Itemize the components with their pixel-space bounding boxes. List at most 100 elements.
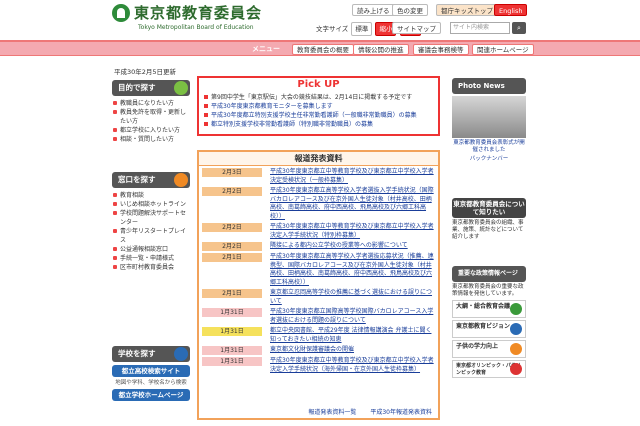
character-icon xyxy=(174,173,188,187)
window-item[interactable]: 公益通報相談窓口 xyxy=(112,245,190,254)
school-search-note: 地図や学科、学校名から検索 xyxy=(115,380,187,386)
policy-banner-olympic[interactable]: 東京都オリンピック・パラリンピック教育 xyxy=(452,360,526,378)
press-title: 報道発表資料 xyxy=(199,152,438,166)
purpose-item[interactable]: 都立学校に入りたい方 xyxy=(112,126,190,135)
kids-top-button[interactable]: 都庁キッズトップ xyxy=(436,4,498,16)
press-link[interactable]: 平成30年度東京都立中等教育学校及び東京都立中学校入学者決定入学手続状況（海外帰… xyxy=(270,357,435,374)
window-section: 窓口を探す 教育相談 いじめ相談ホットライン 学校問題解決サポートセンター 青少… xyxy=(112,172,190,272)
press-row: 1月31日 東京都文化財保護審議会の開催 xyxy=(202,346,435,355)
nav-disclosure[interactable]: 情報公開の推進 xyxy=(353,44,409,55)
policy-section: 重要な政策情報ページ 東京都教育委員会の重要な政策情報を発信しています。 大綱・… xyxy=(452,266,526,378)
press-link[interactable]: 隣接による都内公立学校の授業等への影響について xyxy=(270,242,435,251)
pickup-item[interactable]: 都立特別支援学校非常勤看護師（特別職非常勤職員）の募集 xyxy=(203,120,434,129)
photo-news-image[interactable] xyxy=(452,96,526,138)
press-date: 2月3日 xyxy=(202,168,262,177)
global-nav: メニュー 教育委員会の概要 情報公開の推進 審議会事務検等 関連ホームページ xyxy=(0,40,640,56)
window-item[interactable]: 手続一覧・申請様式 xyxy=(112,254,190,263)
window-heading: 窓口を探す xyxy=(112,172,190,188)
child-icon xyxy=(510,343,522,355)
school-search-banner[interactable]: 都立高校検索サイト xyxy=(112,365,190,377)
press-link[interactable]: 東京都立忍岡高等学校の推薦に基づく選抜における誤りについて xyxy=(270,289,435,306)
window-item[interactable]: いじめ相談ホットライン xyxy=(112,200,190,209)
press-more-links: 報道発表資料一覧 平成30年報道発表資料 xyxy=(296,407,432,416)
press-date: 1月31日 xyxy=(202,357,262,366)
press-date: 1月31日 xyxy=(202,346,262,355)
text-size-label: 文字サイズ xyxy=(316,25,349,33)
logo-mark-icon xyxy=(112,4,130,22)
school-heading: 学校を探す xyxy=(112,346,190,362)
press-row: 1月31日 平成30年度東京都立中等教育学校及び東京都立中学校入学者決定入学手続状… xyxy=(202,357,435,374)
press-link[interactable]: 都立中央図書館、平成29年度 法律情報講演会 弁護士に聞く 知っておきたい相続の… xyxy=(270,327,435,344)
pickup-item[interactable]: 平成30年度東京都教育モニターを募集します xyxy=(203,102,434,111)
nav-overview[interactable]: 教育委員会の概要 xyxy=(292,44,354,55)
press-row: 1月31日 都立中央図書館、平成29年度 法律情報講演会 弁護士に聞く 知っておき… xyxy=(202,327,435,344)
window-item[interactable]: 学校問題解決サポートセンター xyxy=(112,209,190,227)
header: 東京都教育委員会 Tokyo Metropolitan Board of Edu… xyxy=(0,0,640,40)
purpose-heading: 目的で探す xyxy=(112,80,190,96)
pickup-title: Pick UP xyxy=(297,79,340,90)
pickup-item[interactable]: 第9回中学生「東京駅伝」大会の競技結果は、2月14日に掲載する予定です xyxy=(203,93,434,102)
color-change-button[interactable]: 色の変更 xyxy=(392,4,428,16)
nav-council[interactable]: 審議会事務検等 xyxy=(413,44,469,55)
window-item[interactable]: 教育相談 xyxy=(112,191,190,200)
policy-banner-vision[interactable]: 東京都教育ビジョン xyxy=(452,320,526,338)
window-item[interactable]: 青少年リスタートプレイス xyxy=(112,227,190,245)
nav-related[interactable]: 関連ホームページ xyxy=(472,44,534,55)
press-year-link[interactable]: 平成30年報道発表資料 xyxy=(370,409,432,416)
press-list-link[interactable]: 報道発表資料一覧 xyxy=(308,409,356,416)
press-row: 2月1日 平成30年度東京都立高等学校入学者選抜応募状況（推薦、連携型、国際バカロ… xyxy=(202,253,435,287)
school-section: 学校を探す 都立高校検索サイト 地図や学科、学校名から検索 都立学校ホームページ xyxy=(112,346,190,401)
press-link[interactable]: 平成30年度東京都立中等教育学校及び東京都立中学校入学者決定受検状況（一般枠募集… xyxy=(270,168,435,185)
press-release-box: 報道発表資料 2月3日 平成30年度東京都立中等教育学校及び東京都立中学校入学者決… xyxy=(197,150,440,420)
photo-news-section: Photo News 東京都教育委員会表彰式が開催されました バックナンバー xyxy=(452,78,526,163)
press-row: 2月1日 東京都立忍岡高等学校の推薦に基づく選抜における誤りについて xyxy=(202,289,435,306)
search-input[interactable]: サイト内検索 xyxy=(450,22,510,34)
policy-heading: 重要な政策情報ページ xyxy=(452,266,526,282)
press-date: 2月2日 xyxy=(202,242,262,251)
search-button[interactable]: ⌕ xyxy=(512,22,526,34)
window-item[interactable]: 区市町村教育委員会 xyxy=(112,263,190,272)
update-date: 平成30年2月5日更新 xyxy=(114,68,177,76)
press-link[interactable]: 平成30年度東京都立高等学校入学者選抜入学手続状況（国際バカロレアコース及び在京… xyxy=(270,187,435,221)
press-date: 2月2日 xyxy=(202,187,262,196)
runner-icon xyxy=(510,363,522,375)
back-number-link[interactable]: バックナンバー xyxy=(452,156,526,163)
purpose-item[interactable]: 教員免許を取得・更新したい方 xyxy=(112,108,190,126)
press-date: 2月1日 xyxy=(202,253,262,262)
read-aloud-button[interactable]: 読み上げる xyxy=(352,4,395,16)
photo-news-caption[interactable]: 東京都教育委員会表彰式が開催されました xyxy=(452,140,526,154)
photo-news-heading: Photo News xyxy=(452,78,526,94)
purpose-item[interactable]: 相談・質問したい方 xyxy=(112,135,190,144)
logo-subtitle: Tokyo Metropolitan Board of Education xyxy=(138,24,254,31)
about-text: 東京都教育委員会の組織、事業、施策、統計などについて紹介します xyxy=(452,220,524,240)
press-date: 1月31日 xyxy=(202,308,262,317)
policy-banner-outline[interactable]: 大綱・総合教育会議 xyxy=(452,300,526,318)
press-row: 2月2日 平成30年度東京都立中等教育学校及び東京都立中学校入学者決定入学手続状況… xyxy=(202,223,435,240)
press-row: 2月2日 平成30年度東京都立高等学校入学者選抜入学手続状況（国際バカロレアコース… xyxy=(202,187,435,221)
pickup-item[interactable]: 平成30年度都立特別支援学校主任非常勤看護師（一般職非常勤職員）の募集 xyxy=(203,111,434,120)
purpose-item[interactable]: 教職員になりたい方 xyxy=(112,99,190,108)
character-icon xyxy=(174,81,188,95)
text-size-standard[interactable]: 標準 xyxy=(351,22,373,36)
logo-title: 東京都教育委員会 xyxy=(134,3,263,22)
school-homepage-banner[interactable]: 都立学校ホームページ xyxy=(112,389,190,401)
press-link[interactable]: 東京都文化財保護審議会の開催 xyxy=(270,346,435,355)
purpose-section: 目的で探す 教職員になりたい方 教員免許を取得・更新したい方 都立学校に入りたい… xyxy=(112,80,190,144)
site-logo[interactable]: 東京都教育委員会 xyxy=(112,4,262,22)
english-button[interactable]: English xyxy=(494,4,528,16)
press-link[interactable]: 平成30年度東京都立国際高等学校国際バカロレアコース入学者選抜における問題の誤り… xyxy=(270,308,435,325)
press-date: 1月31日 xyxy=(202,327,262,336)
sitemap-button[interactable]: サイトマップ xyxy=(392,22,441,34)
press-date: 2月1日 xyxy=(202,289,262,298)
press-row: 2月2日 隣接による都内公立学校の授業等への影響について xyxy=(202,242,435,251)
menu-label: メニュー xyxy=(252,45,280,53)
press-link[interactable]: 平成30年度東京都立高等学校入学者選抜応募状況（推薦、連携型、国際バカロレアコー… xyxy=(270,253,435,287)
policy-banner-achievement[interactable]: 子供の学力向上 xyxy=(452,340,526,358)
vision-icon xyxy=(510,323,522,335)
press-link[interactable]: 平成30年度東京都立中等教育学校及び東京都立中学校入学者決定入学手続状況（特別枠… xyxy=(270,223,435,240)
character-icon xyxy=(174,347,188,361)
press-date: 2月2日 xyxy=(202,223,262,232)
press-row: 1月31日 平成30年度東京都立国際高等学校国際バカロレアコース入学者選抜における… xyxy=(202,308,435,325)
policy-text: 東京都教育委員会の重要な政策情報を発信しています。 xyxy=(452,284,524,297)
about-heading[interactable]: 東京都教育委員会について知りたい xyxy=(452,198,526,218)
